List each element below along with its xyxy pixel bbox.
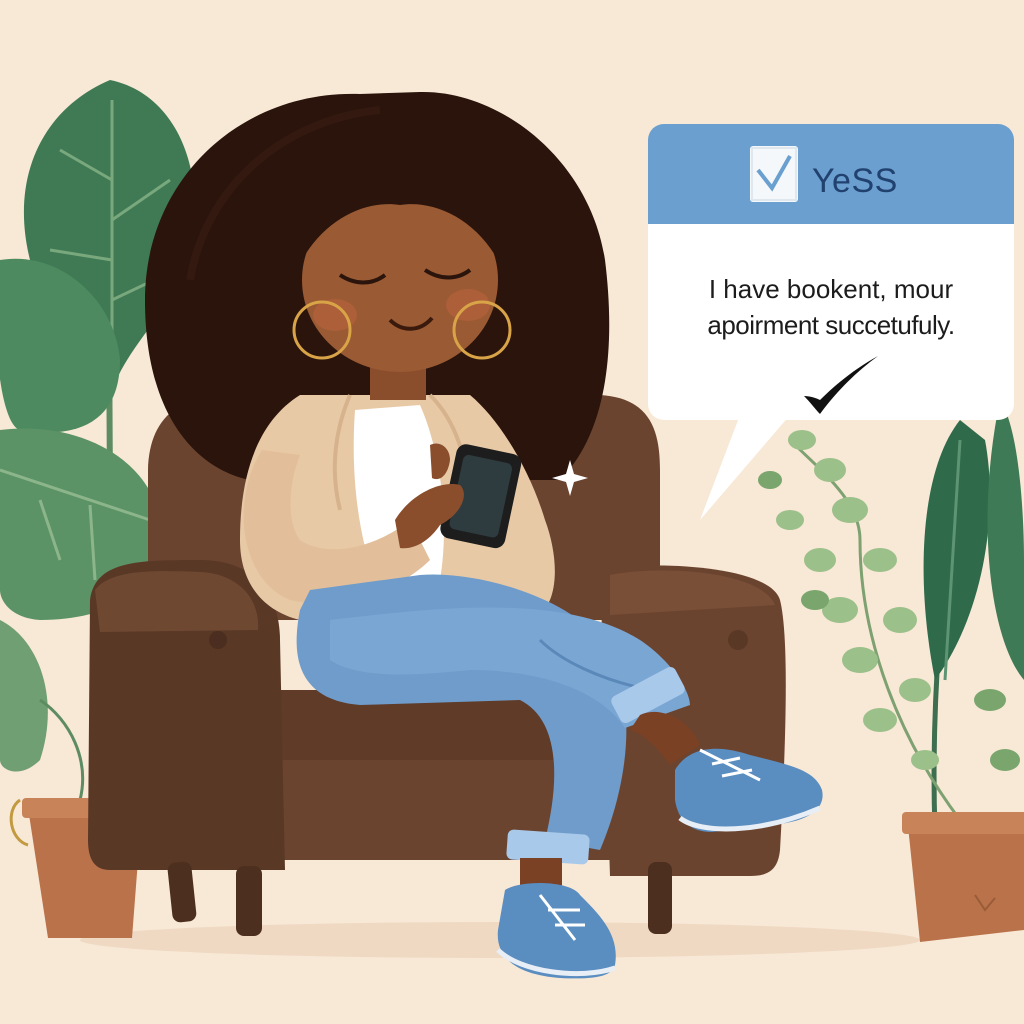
bubble-header: YeSS (648, 124, 1014, 224)
right-tall-leaf-2 (987, 400, 1024, 680)
upper-sneaker (675, 748, 823, 832)
message-line-2: apoirment succetufuly. (707, 310, 955, 340)
right-plant-pot (902, 812, 1024, 942)
right-tall-leaf (923, 420, 990, 680)
illustration-scene: YeSS I have bookent, mour apoirment succ… (0, 0, 1024, 1024)
small-left-leaf (0, 620, 48, 772)
header-label: YeSS (812, 162, 898, 200)
checkmark-icon (804, 356, 878, 414)
checkbox-icon (750, 146, 798, 202)
right-plants (758, 400, 1024, 831)
bubble-tail (700, 415, 790, 520)
booking-confirmation-bubble: YeSS I have bookent, mour apoirment succ… (648, 124, 1014, 420)
message-line-1: I have bookent, mour (708, 274, 954, 304)
